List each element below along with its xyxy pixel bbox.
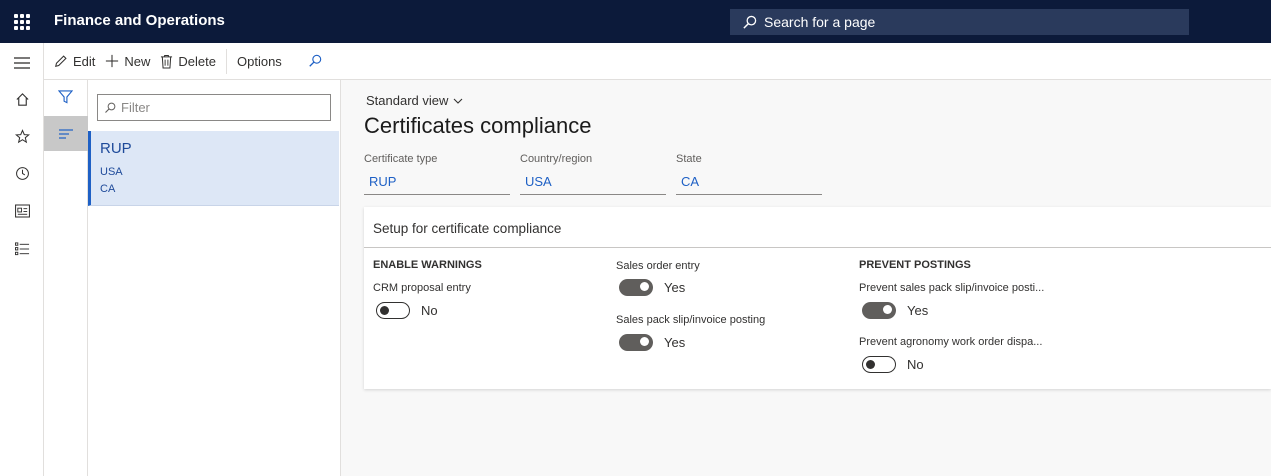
top-bar: Finance and Operations Search for a page: [0, 0, 1271, 43]
certificate-type-label: Certificate type: [364, 153, 438, 165]
show-list-button[interactable]: [44, 116, 88, 151]
toggle-switch-off: [862, 356, 896, 373]
country-region-input[interactable]: USA: [520, 173, 666, 195]
prevent-postings-heading: PREVENT POSTINGS: [859, 259, 971, 271]
view-selector[interactable]: Standard view: [366, 93, 463, 108]
app-title: Finance and Operations: [54, 12, 225, 29]
left-navigation: [0, 43, 44, 476]
country-region-label: Country/region: [520, 153, 593, 165]
state-input[interactable]: CA: [676, 173, 822, 195]
search-icon: [105, 102, 116, 113]
sales-pack-slip-toggle[interactable]: Yes: [619, 334, 685, 351]
sales-pack-slip-label: Sales pack slip/invoice posting: [616, 314, 766, 326]
page-search-box[interactable]: Search for a page: [730, 9, 1189, 35]
home-icon[interactable]: [12, 89, 32, 109]
page-title: Certificates compliance: [364, 113, 592, 138]
recent-clock-icon[interactable]: [12, 163, 32, 183]
setup-card-title[interactable]: Setup for certificate compliance: [373, 221, 561, 236]
search-placeholder: Search for a page: [764, 14, 876, 30]
edit-button[interactable]: Edit: [54, 43, 95, 80]
action-pane: Edit New Delete Options: [44, 43, 1271, 80]
modules-list-icon[interactable]: [12, 239, 32, 259]
certificate-type-input[interactable]: RUP: [364, 173, 510, 195]
edit-label: Edit: [73, 53, 96, 69]
prevent-sales-pack-slip-label: Prevent sales pack slip/invoice posti...: [859, 282, 1045, 294]
prevent-agronomy-value: No: [907, 357, 924, 372]
filter-placeholder: Filter: [121, 100, 150, 115]
list-item-title: RUP: [100, 140, 132, 157]
list-lines-icon: [59, 128, 73, 139]
options-tab[interactable]: Options: [237, 43, 282, 80]
favorites-star-icon[interactable]: [12, 126, 32, 146]
sales-pack-slip-value: Yes: [664, 335, 686, 350]
sales-order-entry-label: Sales order entry: [616, 260, 700, 272]
app-launcher-icon[interactable]: [14, 14, 30, 30]
chevron-down-icon: [454, 98, 463, 104]
filter-funnel-icon[interactable]: [57, 90, 74, 107]
toggle-switch-on: [619, 334, 653, 351]
state-field: State CA: [676, 153, 822, 195]
prevent-sales-pack-slip-value: Yes: [907, 303, 929, 318]
records-list-pane: Filter RUP USA CA: [88, 80, 341, 476]
enable-warnings-heading: ENABLE WARNINGS: [373, 259, 482, 271]
prevent-agronomy-toggle[interactable]: No: [862, 356, 924, 373]
list-item[interactable]: RUP USA CA: [88, 131, 339, 206]
view-selector-label: Standard view: [366, 93, 449, 108]
crm-proposal-entry-label: CRM proposal entry: [373, 282, 471, 294]
country-region-field: Country/region USA: [520, 153, 666, 195]
search-icon: [309, 54, 322, 67]
toggle-switch-off: [376, 302, 410, 319]
setup-card: Setup for certificate compliance ENABLE …: [364, 207, 1271, 389]
certificate-type-field: Certificate type RUP: [364, 153, 510, 195]
prevent-sales-pack-slip-toggle[interactable]: Yes: [862, 302, 928, 319]
list-item-country: USA: [100, 166, 123, 178]
plus-icon: [106, 54, 119, 68]
trash-icon: [161, 54, 173, 69]
workspaces-icon[interactable]: [12, 201, 32, 221]
sales-order-entry-toggle[interactable]: Yes: [619, 279, 685, 296]
prevent-agronomy-label: Prevent agronomy work order dispa...: [859, 336, 1043, 348]
action-separator: [226, 48, 227, 74]
hamburger-menu-icon[interactable]: [12, 53, 32, 73]
new-label: New: [124, 53, 151, 69]
delete-button[interactable]: Delete: [160, 43, 216, 80]
state-label: State: [676, 153, 702, 165]
sales-order-entry-value: Yes: [664, 280, 686, 295]
new-button[interactable]: New: [105, 43, 150, 80]
search-icon: [743, 15, 757, 29]
edit-pencil-icon: [55, 55, 67, 67]
card-divider: [364, 247, 1271, 248]
toggle-switch-on: [862, 302, 896, 319]
action-search-button[interactable]: [308, 43, 327, 80]
toggle-switch-on: [619, 279, 653, 296]
crm-proposal-entry-toggle[interactable]: No: [376, 302, 438, 319]
list-toolbar: [44, 80, 88, 476]
delete-label: Delete: [178, 53, 216, 69]
crm-proposal-entry-value: No: [421, 303, 438, 318]
list-item-state: CA: [100, 183, 116, 195]
list-filter-input[interactable]: Filter: [97, 94, 331, 121]
main-content: Standard view Certificates compliance Ce…: [341, 80, 1271, 476]
